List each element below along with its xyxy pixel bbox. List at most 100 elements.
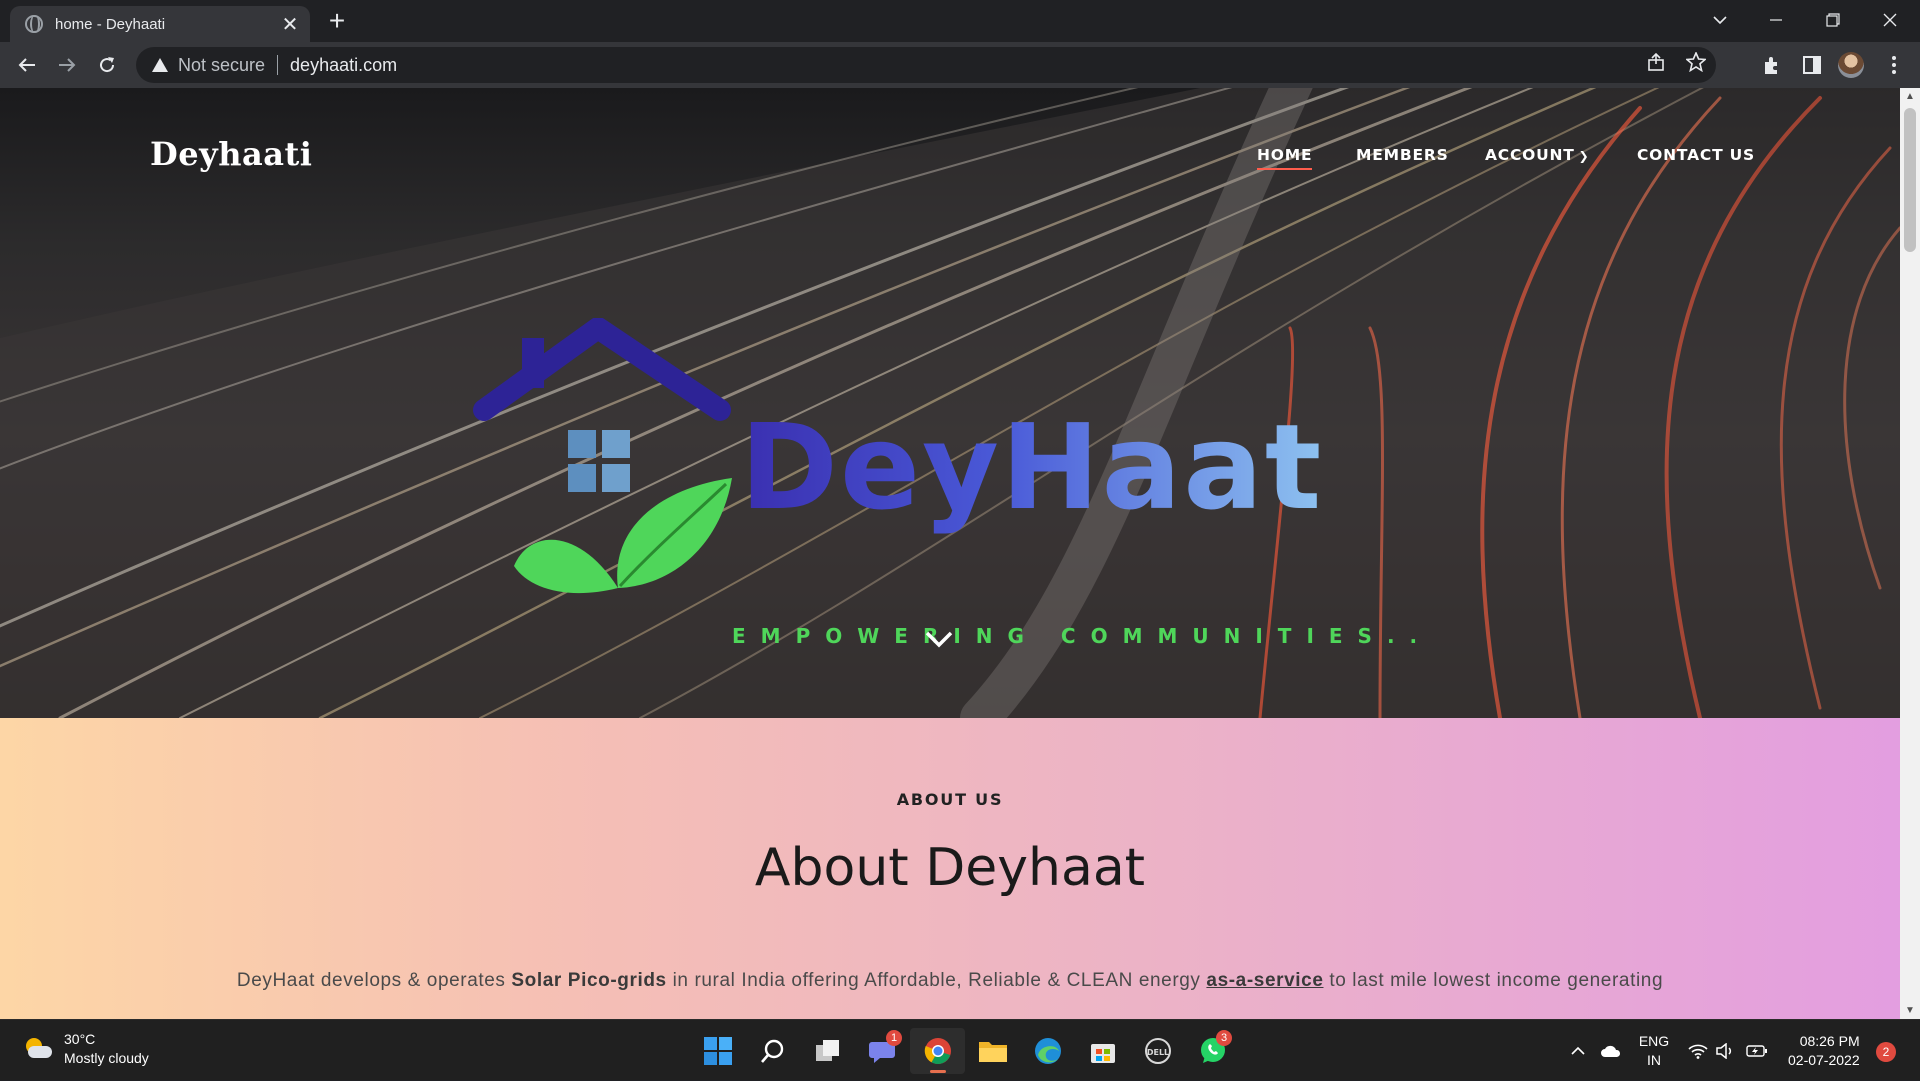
reload-icon <box>100 57 115 73</box>
minimize-icon <box>1770 19 1782 21</box>
language-label: ENG <box>1638 1032 1670 1049</box>
bookmark-star-icon[interactable] <box>1676 50 1716 78</box>
house-leaf-icon <box>473 318 732 594</box>
about-text-part: in rural India offering Affordable, Reli… <box>666 970 1207 991</box>
folder-icon <box>978 1042 1007 1062</box>
start-button[interactable] <box>690 1028 745 1074</box>
region-label: IN <box>1647 1051 1661 1068</box>
menu-icon[interactable] <box>1878 50 1910 80</box>
weather-desc: Mostly cloudy <box>64 1050 149 1066</box>
search-button[interactable] <box>745 1028 800 1074</box>
close-icon <box>1883 13 1897 27</box>
share-icon[interactable] <box>1636 52 1676 77</box>
security-label[interactable]: Not secure <box>178 55 265 76</box>
nav-home[interactable]: HOME <box>1257 146 1313 170</box>
globe-icon <box>25 15 43 33</box>
forward-icon <box>59 58 76 72</box>
nav-account-label: ACCOUNT <box>1485 146 1575 164</box>
forward-button[interactable] <box>52 50 82 80</box>
store-icon <box>1090 1044 1115 1063</box>
about-text-part: DeyHaat develops & operates <box>236 970 512 991</box>
tab-search-button[interactable] <box>1692 0 1748 40</box>
about-text: DeyHaat develops & operates Solar Pico-g… <box>0 970 1900 992</box>
svg-text:DELL: DELL <box>1146 1048 1168 1057</box>
partly-cloudy-icon <box>22 1036 52 1062</box>
restore-icon <box>1826 13 1840 27</box>
chrome-button[interactable] <box>910 1028 965 1074</box>
weather-temp: 30°C <box>64 1031 96 1047</box>
chat-badge: 1 <box>886 1030 902 1046</box>
profile-avatar[interactable] <box>1838 52 1864 78</box>
back-button[interactable] <box>12 50 42 80</box>
windows-icon <box>703 1037 732 1065</box>
dell-icon: DELL <box>1144 1038 1171 1064</box>
chevron-down-icon <box>1713 16 1727 25</box>
nav-account[interactable]: ACCOUNT ❯ <box>1485 146 1590 164</box>
brand-logo: DeyHaat EMPOWERING COMMUNITIES.. <box>470 318 1417 678</box>
search-icon <box>760 1039 783 1063</box>
task-view-icon <box>815 1040 839 1061</box>
scroll-up-arrow-icon[interactable]: ▲ <box>1900 88 1920 105</box>
as-a-service-link[interactable]: as-a-service <box>1206 970 1323 991</box>
about-label: ABOUT US <box>896 790 1004 809</box>
hero-tagline: EMPOWERING COMMUNITIES.. <box>732 624 1433 648</box>
page-viewport: Deyhaati HOME MEMBERS ACCOUNT ❯ CONTACT U… <box>0 88 1900 1019</box>
page-scrollbar[interactable]: ▲ ▼ <box>1900 88 1920 1019</box>
clock-date: 02-07-2022 <box>1788 1052 1860 1068</box>
about-title: About Deyhaat <box>754 838 1146 898</box>
minimize-button[interactable] <box>1748 0 1804 40</box>
taskbar: 30°C Mostly cloudy 1 DELL 3 ENG IN 08:26… <box>0 1019 1920 1080</box>
onedrive-button[interactable] <box>1600 1020 1622 1081</box>
warning-icon[interactable] <box>152 58 168 72</box>
tab-title: home - Deyhaati <box>55 15 166 33</box>
whatsapp-badge: 3 <box>1216 1030 1232 1046</box>
whatsapp-button[interactable]: 3 <box>1185 1028 1240 1074</box>
wifi-icon <box>1688 1044 1708 1059</box>
show-hidden-icons-button[interactable] <box>1570 1020 1586 1081</box>
network-button[interactable] <box>1688 1020 1708 1081</box>
main-nav: HOME MEMBERS ACCOUNT ❯ CONTACT US <box>0 146 1900 176</box>
divider <box>277 55 279 75</box>
close-window-button[interactable] <box>1862 0 1918 40</box>
extensions-icon[interactable] <box>1756 50 1788 80</box>
reload-button[interactable] <box>92 50 122 80</box>
task-view-button[interactable] <box>800 1028 855 1074</box>
weather-widget[interactable]: 30°C Mostly cloudy <box>22 1030 149 1068</box>
dell-button[interactable]: DELL <box>1130 1028 1185 1074</box>
new-tab-button[interactable]: + <box>322 6 352 36</box>
back-icon <box>18 58 35 72</box>
speaker-icon <box>1716 1042 1732 1059</box>
side-panel-icon[interactable] <box>1796 50 1828 80</box>
restore-button[interactable] <box>1805 0 1861 40</box>
tab-close-button[interactable]: ✕ <box>278 12 302 37</box>
clock-time: 08:26 PM <box>1799 1033 1860 1049</box>
scroll-down-chevron-icon[interactable] <box>924 624 954 654</box>
edge-icon <box>1034 1038 1061 1064</box>
address-bar[interactable]: Not secure deyhaati.com <box>136 47 1716 83</box>
battery-button[interactable] <box>1746 1020 1768 1081</box>
teams-chat-button[interactable]: 1 <box>855 1028 910 1074</box>
volume-button[interactable] <box>1716 1020 1734 1081</box>
hero-section: Deyhaati HOME MEMBERS ACCOUNT ❯ CONTACT U… <box>0 88 1900 718</box>
notification-badge[interactable]: 2 <box>1876 1042 1896 1062</box>
clock[interactable]: 08:26 PM 02-07-2022 <box>1788 1032 1860 1070</box>
language-button[interactable]: ENG IN <box>1636 1020 1672 1081</box>
about-section: ABOUT US About Deyhaat DeyHaat develops … <box>0 718 1900 1019</box>
nav-members[interactable]: MEMBERS <box>1356 146 1449 164</box>
file-explorer-button[interactable] <box>965 1028 1020 1074</box>
about-text-part: to last mile lowest income generating <box>1323 970 1664 991</box>
cloud-icon <box>1601 1045 1621 1057</box>
browser-tab[interactable]: home - Deyhaati ✕ <box>10 6 310 42</box>
url-text[interactable]: deyhaati.com <box>290 55 1636 76</box>
edge-button[interactable] <box>1020 1028 1075 1074</box>
chevron-down-icon: ❯ <box>1578 149 1590 163</box>
browser-toolbar: Not secure deyhaati.com <box>0 42 1920 88</box>
tab-strip: home - Deyhaati ✕ + <box>0 0 1920 42</box>
scroll-thumb[interactable] <box>1904 108 1916 252</box>
scroll-down-arrow-icon[interactable]: ▼ <box>1900 1002 1920 1019</box>
about-text-bold: Solar Pico-grids <box>511 970 667 991</box>
battery-charging-icon <box>1746 1044 1767 1057</box>
taskbar-apps: 1 DELL 3 <box>690 1028 1240 1074</box>
store-button[interactable] <box>1075 1028 1130 1074</box>
nav-contact[interactable]: CONTACT US <box>1637 146 1755 164</box>
